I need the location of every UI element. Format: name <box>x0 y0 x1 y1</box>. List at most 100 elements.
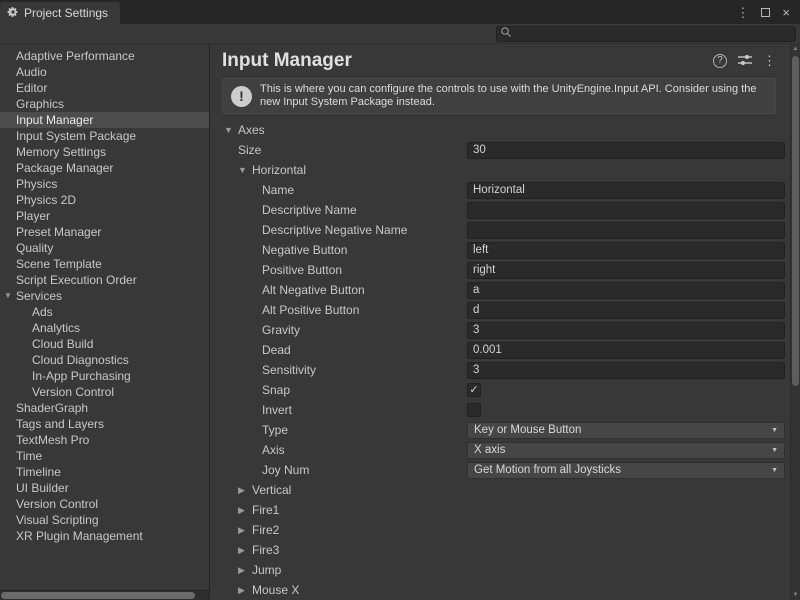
page-title: Input Manager <box>222 50 713 72</box>
property-label[interactable]: Fire3 <box>252 543 279 557</box>
property-label[interactable]: Vertical <box>252 483 291 497</box>
property-row-type: TypeKey or Mouse Button▼ <box>210 420 790 440</box>
joy-num-dropdown[interactable]: Get Motion from all Joysticks▼ <box>467 462 785 479</box>
foldout-closed-icon[interactable]: ▶ <box>238 585 252 596</box>
sidebar-item-shadergraph[interactable]: ShaderGraph <box>0 400 209 416</box>
property-label: Joy Num <box>262 463 309 477</box>
sensitivity-field[interactable] <box>467 362 785 379</box>
sidebar-item-quality[interactable]: Quality <box>0 240 209 256</box>
vertical-scrollbar[interactable]: ▲ ▼ <box>790 44 800 600</box>
dead-field[interactable] <box>467 342 785 359</box>
window-tab-project-settings[interactable]: Project Settings <box>0 2 120 24</box>
alt-positive-button-field[interactable] <box>467 302 785 319</box>
sidebar-item-scene-template[interactable]: Scene Template <box>0 256 209 272</box>
type-dropdown[interactable]: Key or Mouse Button▼ <box>467 422 785 439</box>
sidebar-item-tags-and-layers[interactable]: Tags and Layers <box>0 416 209 432</box>
axis-dropdown[interactable]: X axis▼ <box>467 442 785 459</box>
property-row-snap: Snap✓ <box>210 380 790 400</box>
sidebar-item-label: Audio <box>16 64 47 80</box>
sidebar-item-preset-manager[interactable]: Preset Manager <box>0 224 209 240</box>
foldout-closed-icon[interactable]: ▶ <box>238 565 252 576</box>
window-tab-label: Project Settings <box>24 6 108 20</box>
foldout-closed-icon[interactable]: ▶ <box>238 525 252 536</box>
sidebar-item-timeline[interactable]: Timeline <box>0 464 209 480</box>
sidebar-item-label: ShaderGraph <box>16 400 88 416</box>
sidebar-item-physics[interactable]: Physics <box>0 176 209 192</box>
sidebar-item-textmesh-pro[interactable]: TextMesh Pro <box>0 432 209 448</box>
foldout-closed-icon[interactable]: ▶ <box>238 505 252 516</box>
descriptive-negative-name-field[interactable] <box>467 222 785 239</box>
dropdown-arrow-icon: ▼ <box>771 427 778 434</box>
sidebar-item-cloud-diagnostics[interactable]: Cloud Diagnostics <box>0 352 209 368</box>
sidebar-item-ui-builder[interactable]: UI Builder <box>0 480 209 496</box>
sidebar-item-script-execution-order[interactable]: Script Execution Order <box>0 272 209 288</box>
scrollbar-thumb[interactable] <box>792 56 799 386</box>
snap-checkbox[interactable]: ✓ <box>467 383 481 397</box>
foldout-closed-icon[interactable]: ▶ <box>238 485 252 496</box>
sidebar-item-label: Timeline <box>16 464 61 480</box>
scroll-down-icon[interactable]: ▼ <box>791 590 800 600</box>
sidebar-item-input-system-package[interactable]: Input System Package <box>0 128 209 144</box>
panel-menu-icon[interactable]: ⋮ <box>763 53 776 69</box>
sidebar-item-physics-2d[interactable]: Physics 2D <box>0 192 209 208</box>
scroll-up-icon[interactable]: ▲ <box>791 44 800 54</box>
sidebar-item-graphics[interactable]: Graphics <box>0 96 209 112</box>
sidebar-item-audio[interactable]: Audio <box>0 64 209 80</box>
foldout-open-icon[interactable]: ▼ <box>4 288 16 304</box>
size-field[interactable] <box>467 142 785 159</box>
sidebar-item-label: Version Control <box>16 496 98 512</box>
sidebar-item-in-app-purchasing[interactable]: In-App Purchasing <box>0 368 209 384</box>
window-maximize-icon[interactable] <box>761 8 770 17</box>
property-row-gravity: Gravity <box>210 320 790 340</box>
sidebar-item-xr-plugin-management[interactable]: XR Plugin Management <box>0 528 209 544</box>
sidebar-item-visual-scripting[interactable]: Visual Scripting <box>0 512 209 528</box>
scrollbar-thumb[interactable] <box>1 592 195 599</box>
foldout-open-icon[interactable]: ▼ <box>238 165 252 175</box>
positive-button-field[interactable] <box>467 262 785 279</box>
sidebar-item-label: In-App Purchasing <box>32 368 131 384</box>
gravity-field[interactable] <box>467 322 785 339</box>
negative-button-field[interactable] <box>467 242 785 259</box>
sidebar-item-memory-settings[interactable]: Memory Settings <box>0 144 209 160</box>
sidebar-item-adaptive-performance[interactable]: Adaptive Performance <box>0 48 209 64</box>
sidebar-item-version-control[interactable]: Version Control <box>0 496 209 512</box>
sidebar-item-label: Graphics <box>16 96 64 112</box>
sidebar-horizontal-scrollbar[interactable] <box>0 590 209 600</box>
sidebar-item-time[interactable]: Time <box>0 448 209 464</box>
property-label[interactable]: Jump <box>252 563 281 577</box>
sidebar-item-version-control[interactable]: Version Control <box>0 384 209 400</box>
search-field[interactable] <box>496 26 796 42</box>
presets-icon[interactable] <box>738 54 752 69</box>
property-label: Sensitivity <box>262 363 316 377</box>
sidebar-item-cloud-build[interactable]: Cloud Build <box>0 336 209 352</box>
foldout-open-icon[interactable]: ▼ <box>224 125 238 135</box>
sidebar-item-services[interactable]: ▼Services <box>0 288 209 304</box>
search-input[interactable] <box>515 28 792 40</box>
property-label: Negative Button <box>262 243 347 257</box>
property-label[interactable]: Axes <box>238 123 265 137</box>
panel-header: Input Manager ? ⋮ <box>210 44 790 76</box>
sidebar-item-package-manager[interactable]: Package Manager <box>0 160 209 176</box>
property-label[interactable]: Mouse X <box>252 583 299 597</box>
alt-negative-button-field[interactable] <box>467 282 785 299</box>
help-icon[interactable]: ? <box>713 54 727 68</box>
sidebar-item-editor[interactable]: Editor <box>0 80 209 96</box>
dropdown-arrow-icon: ▼ <box>771 467 778 474</box>
sidebar-item-input-manager[interactable]: Input Manager <box>0 112 209 128</box>
sidebar-item-player[interactable]: Player <box>0 208 209 224</box>
property-label[interactable]: Horizontal <box>252 163 306 177</box>
invert-checkbox[interactable] <box>467 403 481 417</box>
property-label[interactable]: Fire1 <box>252 503 279 517</box>
property-row-fire3: ▶Fire3 <box>210 540 790 560</box>
sidebar-item-label: Package Manager <box>16 160 113 176</box>
window-menu-icon[interactable]: ⋮ <box>736 6 749 19</box>
name-field[interactable] <box>467 182 785 199</box>
window-close-icon[interactable]: × <box>782 6 790 19</box>
descriptive-name-field[interactable] <box>467 202 785 219</box>
property-row-positive-button: Positive Button <box>210 260 790 280</box>
sidebar-item-analytics[interactable]: Analytics <box>0 320 209 336</box>
sidebar-item-ads[interactable]: Ads <box>0 304 209 320</box>
property-label[interactable]: Fire2 <box>252 523 279 537</box>
foldout-closed-icon[interactable]: ▶ <box>238 545 252 556</box>
sidebar-item-label: Input System Package <box>16 128 136 144</box>
